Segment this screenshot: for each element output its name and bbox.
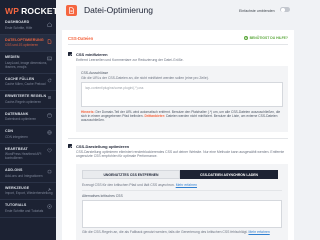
- css-exclusions-label: CSS-Ausschlüsse: [81, 71, 109, 75]
- page-header: Datei-Optimierung Einfachste umblenden: [56, 0, 300, 22]
- sidebar-item-desc: Add-ons und Integrationen: [5, 173, 43, 178]
- logo-rocket-text: ROCKET: [21, 6, 59, 16]
- sidebar-item-dashboard[interactable]: DASHBOARD Erste Schritte, Hilfe: [0, 18, 56, 35]
- async-desc: Erzeugt CSS für den kritischen Pfad und …: [82, 183, 282, 187]
- optimize-css-panel: UNGENUTZTES CSS ENTFERNEN CSS-DATEIEN AS…: [76, 164, 288, 240]
- puzzle-icon: [47, 169, 52, 174]
- database-icon: [47, 112, 52, 118]
- settings-card: CSS-Dateien ? BENÖTIGST DU HILFE? CSS mi…: [62, 30, 294, 240]
- expert-mode-toggle[interactable]: [280, 7, 290, 12]
- optimize-css-title: CSS-Darstellung optimieren: [76, 144, 130, 149]
- help-link[interactable]: ? BENÖTIGST DU HILFE?: [244, 36, 288, 40]
- file-icon: [47, 38, 52, 44]
- tools-icon: [47, 187, 52, 192]
- help-link-label: BENÖTIGST DU HILFE?: [249, 36, 288, 40]
- note-warn-label: Drittanbieter:: [144, 114, 166, 119]
- list-icon: [47, 95, 52, 100]
- css-exclusions-panel: CSS-Ausschlüsse Gib die URLs der CSS-Dat…: [76, 66, 288, 132]
- sidebar-item-datenbank[interactable]: DATENBANK Datenbank optimieren: [0, 109, 56, 126]
- load-css-async-button[interactable]: CSS-DATEIEN ASYNCHRON LADEN: [180, 170, 278, 179]
- remove-unused-css-button[interactable]: UNGENUTZTES CSS ENTFERNEN: [82, 170, 180, 179]
- fallback-learn-more-link[interactable]: Mehr erfahren: [248, 230, 269, 234]
- sidebar-item-heartbeat[interactable]: HEARTBEAT WordPress Heartbeat API kontrol…: [0, 144, 56, 165]
- globe-icon: [47, 130, 52, 135]
- sidebar-nav: DASHBOARD Erste Schritte, Hilfe DATEI-OPTI…: [0, 18, 56, 218]
- page-title: Datei-Optimierung: [84, 5, 153, 15]
- sidebar-item-erweiterte-regeln[interactable]: ERWEITERTE REGELN Cache-Regeln optimieren: [0, 91, 56, 109]
- fallback-footer: Gib die CSS-Regeln an, die als Fallback …: [82, 230, 284, 234]
- play-icon: [47, 204, 52, 209]
- sidebar-item-datei-optimierung[interactable]: DATEI-OPTIMIERUNG CSS und JS optimieren: [0, 34, 56, 52]
- image-icon: [47, 56, 52, 61]
- option-divider: [68, 138, 288, 139]
- home-icon: [47, 22, 52, 27]
- sidebar-item-medien[interactable]: MEDIEN LazyLoad, image dimensions, iframe…: [0, 52, 56, 74]
- minify-css-title: CSS minifizieren: [76, 52, 108, 57]
- sidebar-item-desc: Import, Export, Wiederherstellung: [5, 191, 53, 195]
- section-title: CSS-Dateien: [68, 36, 94, 41]
- css-exclusions-note: Hinweis: Der Domain-Teil der URL wird au…: [81, 110, 285, 123]
- help-icon: ?: [244, 36, 249, 40]
- minify-css-checkbox[interactable]: [68, 52, 73, 57]
- async-learn-more-link[interactable]: Mehr erfahren: [176, 183, 197, 187]
- sidebar-item-desc: Erste Schritte und Tutorials: [5, 208, 44, 213]
- sidebar-item-desc: CSS und JS optimieren: [5, 43, 39, 47]
- panel-divider: [82, 190, 282, 191]
- sidebar-item-add-ons[interactable]: ADD-ONS Add-ons und Integrationen: [0, 165, 56, 183]
- sidebar-item-desc: WordPress Heartbeat API kontrollieren: [5, 152, 42, 160]
- heart-icon: [47, 148, 52, 153]
- file-optimization-icon: [66, 5, 77, 16]
- sidebar-item-desc: Datenbank optimieren: [5, 117, 37, 121]
- sidebar-item-cache-f-llen[interactable]: CACHE FÜLLEN Cache füllen, Cache Preload: [0, 74, 56, 91]
- css-exclusions-desc: Gib die URLs der CSS-Dateien an, die nic…: [81, 76, 209, 80]
- sidebar-item-desc: CDN integrieren: [5, 134, 28, 139]
- css-exclusions-textarea[interactable]: /wp-content/plugins/some-plugin/(.*).css: [81, 82, 283, 107]
- checkmark-icon: [68, 53, 72, 56]
- logo-wp-text: WP: [5, 6, 20, 16]
- sidebar: WP ROCKET DASHBOARD Erste Schritte, Hilfe…: [0, 0, 59, 240]
- minify-css-desc: Entfernt Leerzeilen und Kommentare zur R…: [76, 58, 184, 62]
- optimize-css-checkbox[interactable]: [68, 144, 73, 149]
- sidebar-item-tutorials[interactable]: TUTORIALS Erste Schritte und Tutorials: [0, 200, 56, 218]
- refresh-icon: [47, 78, 52, 83]
- fallback-css-label: Alternatives kritisches CSS: [82, 194, 123, 198]
- expert-mode-label: Einfachste umblenden: [239, 8, 275, 13]
- fallback-footer-text: Gib die CSS-Regeln an, die als Fallback …: [82, 230, 248, 234]
- sidebar-item-cdn[interactable]: CDN CDN integrieren: [0, 126, 56, 144]
- checkmark-icon: [68, 145, 72, 148]
- sidebar-item-desc: Cache-Regeln optimieren: [5, 99, 42, 104]
- css-exclusions-placeholder: /wp-content/plugins/some-plugin/(.*).css: [85, 86, 144, 90]
- sidebar-item-desc: Cache füllen, Cache Preload: [5, 82, 46, 86]
- fallback-css-textarea[interactable]: [82, 200, 282, 228]
- wp-rocket-logo[interactable]: WP ROCKET: [0, 0, 59, 18]
- section-divider: [68, 44, 288, 45]
- sidebar-item-werkzeuge[interactable]: WERKZEUGE Import, Export, Wiederherstellu…: [0, 183, 56, 200]
- optimize-css-desc: CSS-Darstellung optimieren eliminiert re…: [76, 150, 285, 159]
- async-desc-text: Erzeugt CSS für den kritischen Pfad und …: [82, 183, 175, 187]
- sidebar-item-desc: LazyLoad, image dimensions, iframes, emo…: [5, 60, 48, 69]
